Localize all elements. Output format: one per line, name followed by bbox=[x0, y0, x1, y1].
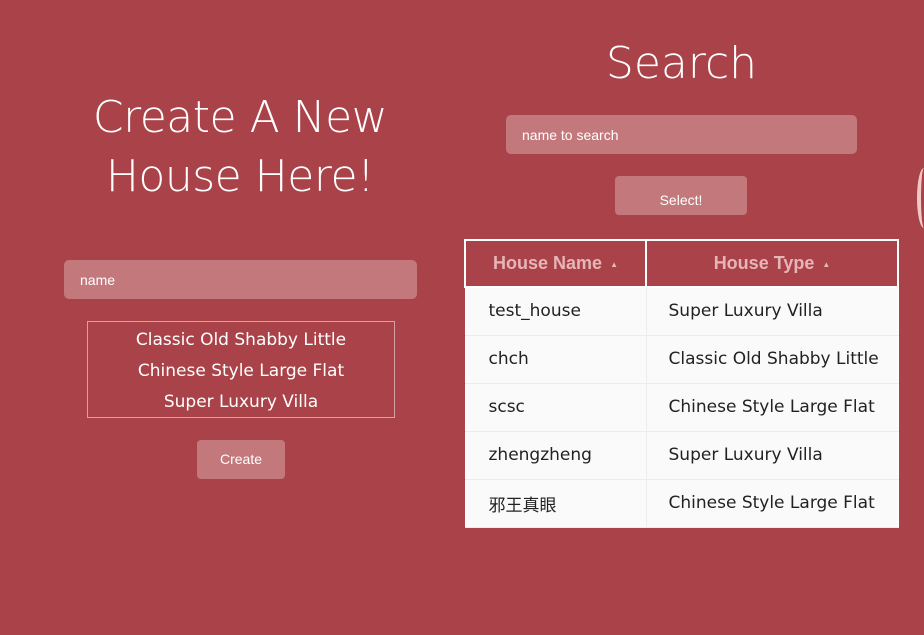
house-type-cell: Chinese Style Large Flat bbox=[646, 383, 898, 432]
house-name-cell: 邪王真眼 bbox=[465, 479, 647, 528]
table-header-row: House Name ▲ House Type ▲ bbox=[464, 239, 899, 288]
sort-up-icon[interactable]: ▲ bbox=[822, 260, 830, 269]
table-row: test_house Super Luxury Villa bbox=[465, 287, 898, 336]
house-name-cell: chch bbox=[465, 335, 647, 384]
house-type-option-classic[interactable]: Classic Old Shabby Little bbox=[88, 325, 394, 356]
sort-up-icon[interactable]: ▲ bbox=[610, 260, 618, 269]
table-row: chch Classic Old Shabby Little bbox=[465, 335, 898, 384]
house-name-cell: zhengzheng bbox=[465, 431, 647, 480]
house-type-option-chinese[interactable]: Chinese Style Large Flat bbox=[88, 356, 394, 387]
house-name-cell: scsc bbox=[465, 383, 647, 432]
house-table: House Name ▲ House Type ▲ test_house Super… bbox=[464, 239, 899, 528]
table-row: scsc Chinese Style Large Flat bbox=[465, 383, 898, 432]
search-title: Search bbox=[605, 38, 758, 89]
edge-decoration bbox=[917, 168, 924, 228]
column-header-house-name[interactable]: House Name ▲ bbox=[464, 239, 647, 288]
table-row: zhengzheng Super Luxury Villa bbox=[465, 431, 898, 480]
search-input[interactable] bbox=[506, 115, 857, 154]
house-type-cell: Classic Old Shabby Little bbox=[646, 335, 898, 384]
house-name-cell: test_house bbox=[465, 287, 647, 336]
create-house-title: Create A New House Here! bbox=[92, 92, 388, 202]
table-row: 邪王真眼 Chinese Style Large Flat bbox=[465, 479, 898, 528]
create-button[interactable]: Create bbox=[197, 440, 285, 479]
house-type-select[interactable]: Classic Old Shabby Little Chinese Style … bbox=[87, 321, 395, 418]
house-type-option-villa[interactable]: Super Luxury Villa bbox=[88, 387, 394, 418]
column-header-label: House Type bbox=[713, 253, 815, 273]
column-header-house-type[interactable]: House Type ▲ bbox=[645, 239, 899, 288]
house-type-cell: Super Luxury Villa bbox=[646, 431, 898, 480]
house-type-cell: Chinese Style Large Flat bbox=[646, 479, 898, 528]
house-name-input[interactable] bbox=[64, 260, 417, 299]
select-button[interactable]: Select! bbox=[615, 176, 747, 215]
house-type-cell: Super Luxury Villa bbox=[646, 287, 898, 336]
column-header-label: House Name bbox=[493, 253, 603, 273]
